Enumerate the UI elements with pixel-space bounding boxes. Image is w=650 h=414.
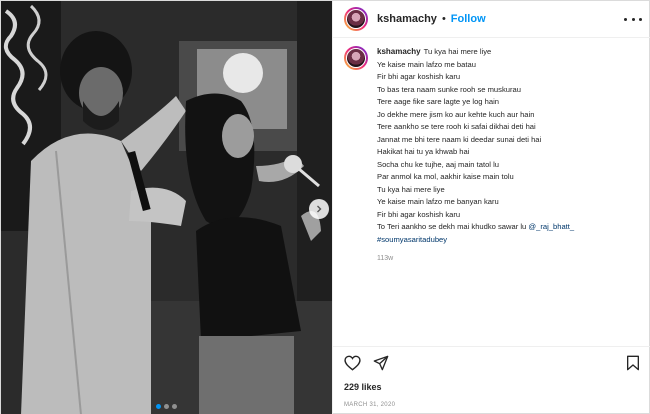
post-photo[interactable] xyxy=(1,1,332,414)
paper-plane-icon[interactable] xyxy=(373,355,389,371)
carousel-dot xyxy=(172,404,177,409)
caption-avatar-image xyxy=(346,48,366,68)
carousel-indicator xyxy=(1,404,332,409)
caption-timestamp: 113w xyxy=(377,255,394,262)
caption-line: Jo dekhe mere jism ko aur kehte kuch aur… xyxy=(377,109,535,119)
mention-link[interactable]: @_raj_bhatt_ xyxy=(528,222,574,231)
caption-last-line: To Teri aankho se dekh mai khudko sawar … xyxy=(377,221,644,234)
avatar[interactable] xyxy=(344,7,368,31)
action-icons xyxy=(344,355,389,371)
post-details-panel: kshamachy • Follow kshamachy Tu kya hai m… xyxy=(332,1,650,414)
post-date: MARCH 31, 2020 xyxy=(344,402,396,408)
more-options-icon[interactable] xyxy=(624,11,642,27)
caption-line: To bas tera naam sunke rooh se muskurau xyxy=(377,84,521,94)
carousel-next-button[interactable] xyxy=(309,199,329,219)
caption-line: Fir bhi agar koshish karu xyxy=(377,72,461,81)
heart-icon[interactable] xyxy=(344,355,361,371)
caption-line: Tere aage fike sare lagte ye log hain xyxy=(377,97,499,106)
carousel-dot xyxy=(156,404,161,409)
caption-line: Tu kya hai mere liye xyxy=(377,184,445,194)
follow-button[interactable]: Follow xyxy=(451,13,486,25)
caption-username[interactable]: kshamachy xyxy=(377,47,421,56)
caption-body: kshamachy Tu kya hai mere liye Ye kaise m… xyxy=(377,46,644,266)
caption: kshamachy Tu kya hai mere liye Ye kaise m… xyxy=(344,46,644,266)
bookmark-icon[interactable] xyxy=(626,355,640,371)
carousel-dot xyxy=(164,404,169,409)
separator-dot: • xyxy=(441,13,446,25)
avatar-image xyxy=(346,9,366,29)
caption-line: Fir bhi agar koshish karu xyxy=(377,209,461,219)
caption-line: Par anmol ka mol, aakhir kaise main tolu xyxy=(377,172,514,181)
caption-line: Hakikat hai tu ya khwab hai xyxy=(377,147,470,156)
header-username[interactable]: kshamachy xyxy=(377,13,437,25)
caption-line: Socha chu ke tujhe, aaj main tatol lu xyxy=(377,159,499,169)
photo-illustration xyxy=(1,1,332,414)
hashtag-link[interactable]: #soumyasaritadubey xyxy=(377,235,447,244)
caption-line: Ye kaise main lafzo me batau xyxy=(377,59,476,69)
post-actions: 229 likes MARCH 31, 2020 xyxy=(333,346,650,414)
caption-avatar[interactable] xyxy=(344,46,368,70)
likes-count[interactable]: 229 likes xyxy=(344,382,382,392)
caption-line: Jannat me bhi tere naam ki deedar sunai … xyxy=(377,134,542,144)
caption-line: Tere aankho se tere rooh ki safai dikhai… xyxy=(377,122,536,131)
caption-line: Tu kya hai mere liye xyxy=(423,47,492,56)
caption-first-line: kshamachy Tu kya hai mere liye xyxy=(377,46,644,59)
caption-line: To Teri aankho se dekh mai khudko sawar … xyxy=(377,222,527,231)
caption-line: Ye kaise main lafzo me banyan karu xyxy=(377,197,499,206)
instagram-post: kshamachy • Follow kshamachy Tu kya hai m… xyxy=(0,0,650,414)
chevron-right-icon xyxy=(317,205,322,213)
hashtag-line: #soumyasaritadubey xyxy=(377,234,644,247)
post-header: kshamachy • Follow xyxy=(333,1,650,38)
